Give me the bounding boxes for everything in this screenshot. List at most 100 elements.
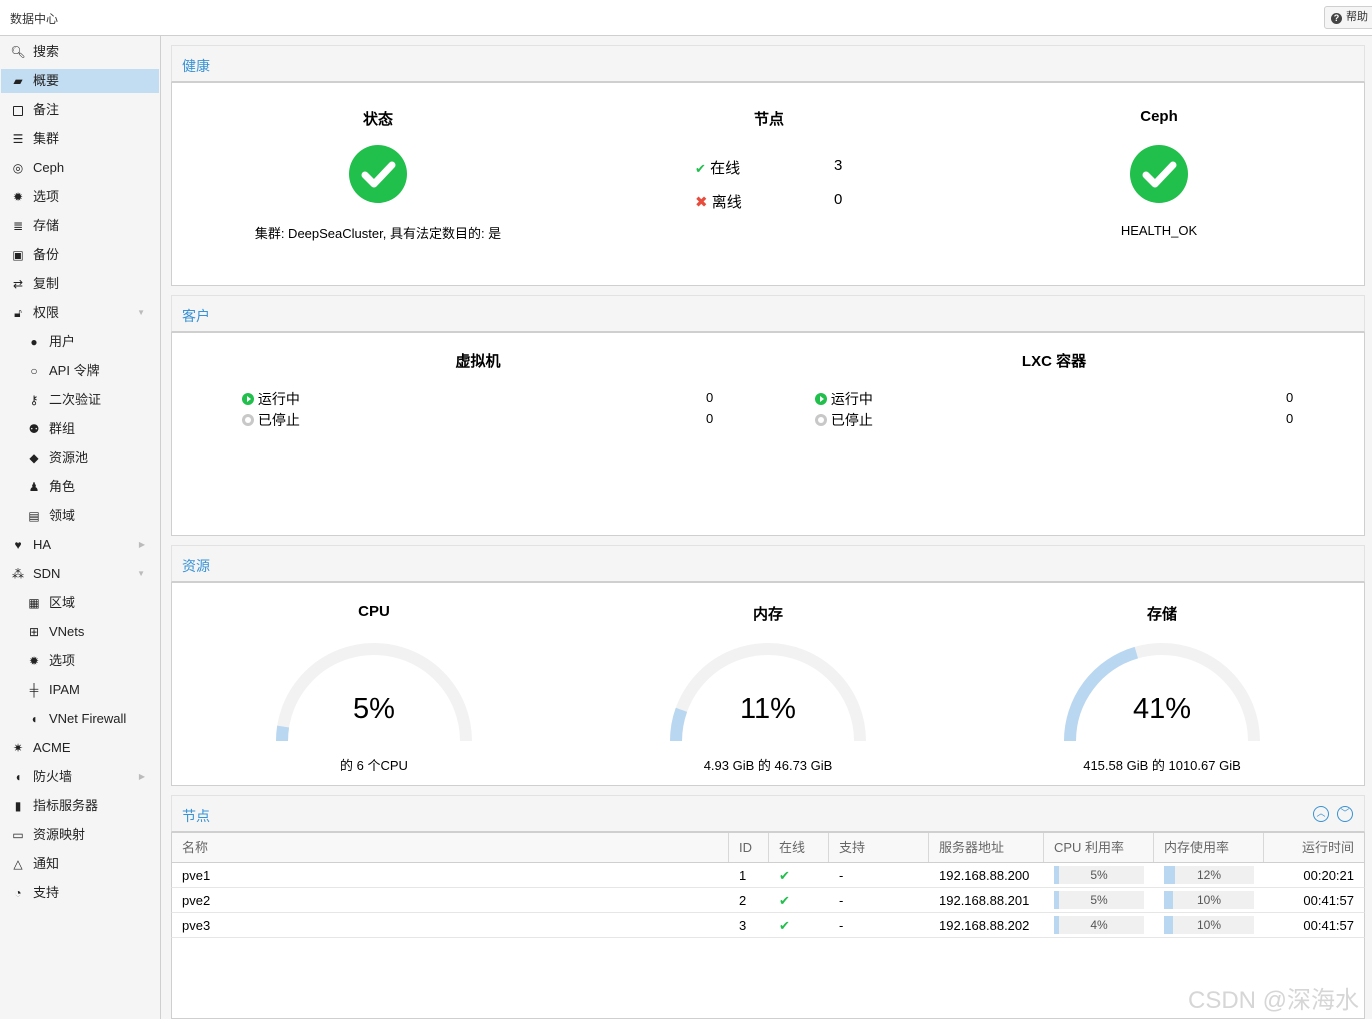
page-title: 数据中心 [10,12,59,26]
sidebar-item[interactable]: ✷ ACME [1,736,159,760]
sidebar-item[interactable]: ◎ Ceph [1,156,159,180]
table-row[interactable]: pve1 1 ✔ - 192.168.88.200 5% 12% 00:20:21 [171,863,1365,888]
certificate-icon: ✷ [12,741,24,755]
table-row[interactable]: pve2 2 ✔ - 192.168.88.201 5% 10% 00:41:57 [171,888,1365,913]
sidebar-item[interactable]: ✹ 选项 [1,649,159,673]
sidebar-item[interactable]: ⁂ SDN ▼ [1,562,159,586]
sidebar-item-label: SDN [33,566,61,581]
memory-usage-value: 12% [1196,868,1222,882]
col-online[interactable]: 在线 [769,833,829,862]
sidebar-item[interactable]: ☰ 集群 [1,127,159,151]
cpu-title: CPU [358,603,390,620]
stop-circle-icon [815,414,827,426]
sidebar-item[interactable]: ⇄ 复制 [1,272,159,296]
sidebar-item-label: IPAM [49,682,80,697]
col-address[interactable]: 服务器地址 [929,833,1044,862]
resources-panel: CPU 5% 的 6 个CPU 内存 11% 4.93 GiB 的 46.73 … [171,582,1365,786]
sidebar-item[interactable]: ⚉ 群组 [1,417,159,441]
node-support: - [839,868,844,883]
watermark: CSDN @深海水 [1188,987,1360,1014]
th-icon: ▦ [28,596,40,610]
memory-detail: 4.93 GiB 的 46.73 GiB [703,758,833,773]
caret-right-icon[interactable]: ▶ [139,765,145,789]
online-check-icon: ✔ [779,918,790,933]
sidebar-item[interactable]: ▣ 备份 [1,243,159,267]
col-memory[interactable]: 内存使用率 [1154,833,1264,862]
sidebar-item[interactable]: ▭ 资源映射 [1,823,159,847]
col-id[interactable]: ID [729,833,769,862]
sidebar-item[interactable]: ♥ HA ▶ [1,533,159,557]
server-icon: ☰ [12,132,24,146]
shield-icon: ◖ [30,712,38,726]
sidebar-item[interactable]: ▤ 领域 [1,504,159,528]
cpu-usage-bar: 5% [1054,891,1144,909]
sidebar-item-label: API 令牌 [49,363,100,378]
table-row[interactable]: pve3 3 ✔ - 192.168.88.202 4% 10% 00:41:57 [171,913,1365,938]
sidebar-item[interactable]: ⊞ VNets [1,620,159,644]
sidebar-item[interactable]: ✹ 选项 [1,185,159,209]
cpu-detail: 的 6 个CPU [340,758,408,773]
sidebar-item-label: 备份 [33,247,60,262]
sidebar-item-label: VNets [49,624,85,639]
col-uptime[interactable]: 运行时间 [1264,833,1364,862]
sidebar-item[interactable]: 🔍︎ 搜索 [1,40,159,64]
sidebar-item-label: ACME [33,740,71,755]
memory-gauge: 11% [664,641,872,751]
cluster-status-text: 集群: DeepSeaCluster, 具有法定数目的: 是 [254,226,502,241]
cpu-usage-bar: 5% [1054,866,1144,884]
memory-usage-bar: 10% [1164,891,1254,909]
sidebar-item[interactable]: 🔓︎ 权限 ▼ [1,301,159,325]
col-name[interactable]: 名称 [172,833,729,862]
node-support: - [839,918,844,933]
sidebar-item-label: 群组 [49,421,76,436]
sidebar-item[interactable]: ◖ 防火墙 ▶ [1,765,159,789]
sidebar-item-label: 资源池 [49,450,89,465]
vm-running-row: 运行中 [242,389,300,409]
sidebar-item[interactable]: ◖ VNet Firewall [1,707,159,731]
lxc-running-row: 运行中 [815,389,873,409]
sidebar-item[interactable]: ● 用户 [1,330,159,354]
male-icon: ♟ [28,480,40,494]
status-title: 状态 [362,111,393,128]
database-icon: ≣ [12,219,24,233]
sidebar-item[interactable]: ⚷ 二次验证 [1,388,159,412]
sidebar-item[interactable]: ◔ 支持 [1,881,159,905]
ceph-title: Ceph [1140,108,1178,125]
health-panel-header: 健康 [171,45,1365,82]
col-cpu[interactable]: CPU 利用率 [1044,833,1154,862]
sidebar-item[interactable]: ○ API 令牌 [1,359,159,383]
sidebar-item-label: 用户 [49,334,76,349]
sidebar-item[interactable]: ▦ 区域 [1,591,159,615]
play-circle-icon [242,393,254,405]
caret-right-icon[interactable]: ▶ [139,533,145,557]
caret-down-icon[interactable]: ▼ [137,301,145,325]
sidebar-item-label: 选项 [49,653,76,668]
sidebar-item[interactable]: ▮ 指标服务器 [1,794,159,818]
collapse-down-icon[interactable]: ﹀ [1337,806,1353,822]
collapse-up-icon[interactable]: ︿ [1313,806,1329,822]
online-check-icon: ✔ [779,868,790,883]
caret-down-icon[interactable]: ▼ [137,562,145,586]
sidebar-item[interactable]: ≣ 存储 [1,214,159,238]
sidebar-item[interactable]: ╪ IPAM [1,678,159,702]
col-support[interactable]: 支持 [829,833,929,862]
sidebar-item-label: 通知 [33,856,60,871]
sidebar-item[interactable]: ◆ 资源池 [1,446,159,470]
nodes-table-empty-area [171,938,1365,1019]
node-address: 192.168.88.201 [939,893,1030,908]
node-name: pve1 [182,868,211,883]
sidebar-item[interactable]: ▰ 概要 [1,69,159,93]
sidebar-item[interactable]: △ 通知 [1,852,159,876]
sidebar-item[interactable]: 备注 [1,98,159,122]
nodes-table-header: 名称 ID 在线 支持 服务器地址 CPU 利用率 内存使用率 运行时间 [171,832,1365,863]
sidebar-item[interactable]: ♟ 角色 [1,475,159,499]
lxc-stopped-label: 已停止 [830,412,873,428]
memory-percent: 11% [740,693,796,725]
sidebar-item-label: Ceph [33,160,65,175]
ceph-status-text: HEALTH_OK [1120,223,1198,238]
sidebar-item-label: 概要 [33,73,60,88]
cross-icon: ✖ [695,194,708,211]
help-button[interactable]: ? 帮助 [1324,6,1372,29]
vm-stopped-label: 已停止 [257,412,300,428]
health-panel-title: 健康 [182,58,210,74]
